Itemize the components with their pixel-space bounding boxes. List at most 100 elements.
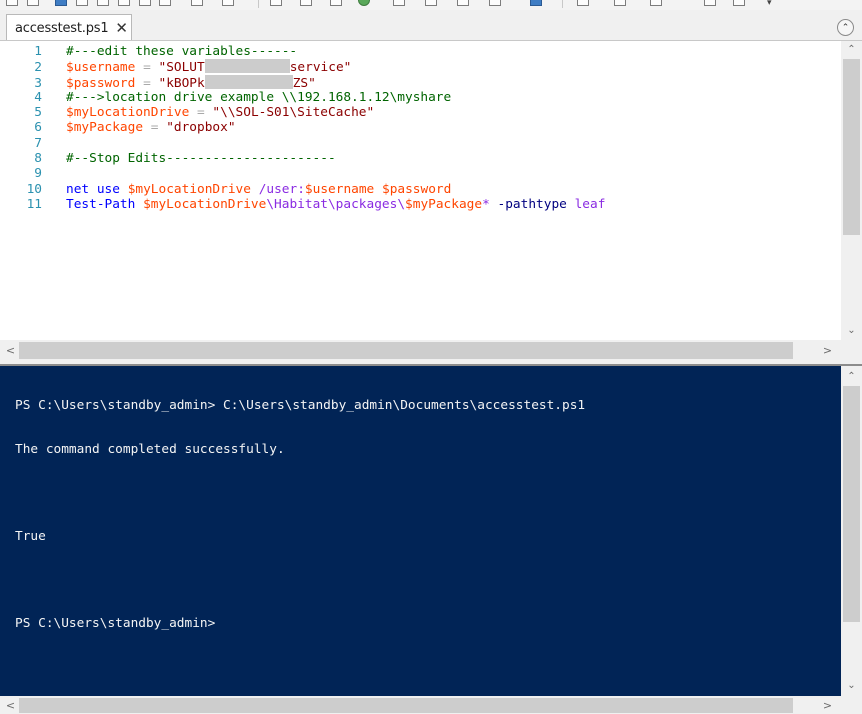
scrollbar-thumb[interactable] bbox=[19, 698, 793, 713]
redacted-block bbox=[204, 74, 293, 89]
toolbar-separator bbox=[562, 0, 563, 8]
scrollbar-thumb[interactable] bbox=[843, 59, 860, 235]
scroll-up-icon[interactable]: ⌃ bbox=[841, 368, 862, 385]
code-line[interactable]: 11 Test-Path $myLocationDrive\Habitat\pac… bbox=[0, 197, 838, 212]
code-token: $myLocationDrive bbox=[127, 181, 251, 197]
console-vertical-scrollbar[interactable]: ⌃ ⌄ bbox=[841, 366, 862, 696]
code-area[interactable]: 1 #---edit these variables------ 2 $usernam… bbox=[0, 44, 838, 340]
code-token: $username bbox=[66, 60, 136, 76]
save-icon[interactable] bbox=[55, 0, 67, 6]
line-number: 9 bbox=[34, 166, 42, 182]
toolbar-separator bbox=[258, 0, 259, 8]
find-icon[interactable] bbox=[300, 0, 312, 6]
scroll-right-icon[interactable]: > bbox=[819, 340, 836, 361]
code-token: $myLocationDrive bbox=[66, 105, 190, 121]
close-icon[interactable]: ✕ bbox=[115, 20, 128, 36]
code-token: $myPackage bbox=[66, 120, 144, 136]
toolbar-dropdown-icon[interactable]: ▾ bbox=[767, 0, 772, 8]
tab-accesstest[interactable]: accesstest.ps1 ✕ bbox=[6, 14, 132, 41]
code-line[interactable]: 3 $password = "kBOPk ZS" bbox=[0, 74, 838, 91]
code-token: #--Stop Edits---------------------- bbox=[66, 151, 336, 167]
show-script-top-icon[interactable] bbox=[577, 0, 589, 6]
code-line[interactable]: 4 #--->location drive example \\192.168.1… bbox=[0, 90, 838, 105]
delete-icon[interactable] bbox=[191, 0, 203, 6]
code-line[interactable]: 5 $myLocationDrive = "\\SOL-S01\SiteCache… bbox=[0, 105, 838, 120]
clipboard-icon[interactable] bbox=[159, 0, 171, 6]
scrollbar-thumb[interactable] bbox=[843, 386, 860, 622]
code-line[interactable]: 10 net use $myLocationDrive /user:$userna… bbox=[0, 182, 838, 197]
clear-icon[interactable] bbox=[139, 0, 151, 6]
code-line[interactable]: 1 #---edit these variables------ bbox=[0, 44, 838, 59]
code-token: /user: bbox=[258, 181, 305, 197]
code-token: $username bbox=[304, 181, 375, 197]
editor-vertical-scrollbar[interactable]: ⌃ ⌄ bbox=[841, 41, 862, 341]
show-script-right-icon[interactable] bbox=[614, 0, 626, 6]
scroll-down-icon[interactable]: ⌄ bbox=[841, 677, 862, 694]
line-number: 10 bbox=[26, 181, 42, 197]
tab-label: accesstest.ps1 bbox=[15, 20, 109, 36]
debug-icon[interactable] bbox=[457, 0, 469, 6]
code-token: "\\SOL-S01\SiteCache" bbox=[204, 105, 375, 121]
code-line[interactable]: 2 $username = "SOLUT service" bbox=[0, 59, 838, 76]
open-file-icon[interactable] bbox=[27, 0, 39, 6]
scroll-down-icon[interactable]: ⌄ bbox=[841, 322, 862, 339]
redo-icon[interactable] bbox=[270, 0, 282, 6]
copy-icon[interactable] bbox=[97, 0, 109, 6]
line-number: 1 bbox=[34, 44, 42, 59]
stop-icon[interactable] bbox=[425, 0, 437, 6]
commands-icon[interactable] bbox=[704, 0, 716, 6]
line-number: 11 bbox=[26, 196, 42, 212]
line-number: 3 bbox=[34, 75, 42, 91]
undo-icon[interactable] bbox=[222, 0, 234, 6]
script-tab-bar: accesstest.ps1 ✕ ⌃ bbox=[0, 10, 862, 41]
run-selection-icon[interactable] bbox=[393, 0, 405, 6]
code-token: = bbox=[143, 75, 151, 91]
scroll-right-icon[interactable]: > bbox=[819, 696, 836, 714]
show-script-maximized-icon[interactable] bbox=[650, 0, 662, 6]
line-number: 4 bbox=[34, 89, 42, 105]
cut-icon[interactable] bbox=[76, 0, 88, 6]
code-token: $myLocationDrive bbox=[143, 196, 267, 212]
editor-horizontal-scrollbar[interactable]: < > bbox=[0, 340, 862, 361]
code-line[interactable]: 6 $myPackage = "dropbox" bbox=[0, 120, 838, 135]
console-icon[interactable] bbox=[530, 0, 542, 6]
console-pane[interactable]: PS C:\Users\standby_admin> C:\Users\stan… bbox=[0, 364, 862, 696]
code-line[interactable]: 7 bbox=[0, 136, 838, 151]
line-number: 6 bbox=[34, 120, 42, 136]
scroll-left-icon[interactable]: < bbox=[2, 340, 19, 361]
code-token: $password bbox=[381, 181, 452, 197]
run-icon[interactable] bbox=[358, 0, 370, 6]
code-line[interactable]: 9 bbox=[0, 166, 838, 181]
line-number: 5 bbox=[34, 105, 42, 121]
scroll-left-icon[interactable]: < bbox=[2, 696, 19, 714]
console-horizontal-scrollbar[interactable]: < > bbox=[0, 696, 862, 714]
code-token: $password bbox=[66, 75, 136, 91]
code-token: = bbox=[143, 60, 151, 76]
line-number: 2 bbox=[34, 60, 42, 76]
remote-icon[interactable] bbox=[489, 0, 501, 6]
console-output[interactable]: PS C:\Users\standby_admin> C:\Users\stan… bbox=[15, 370, 830, 660]
code-token: -pathtype bbox=[497, 196, 567, 212]
code-token: "SOLUT bbox=[150, 60, 205, 76]
code-token: $myPackage bbox=[405, 196, 483, 212]
paste-icon[interactable] bbox=[118, 0, 130, 6]
new-file-icon[interactable] bbox=[6, 0, 18, 6]
console-line: PS C:\Users\standby_admin> C:\Users\stan… bbox=[15, 398, 586, 413]
code-line[interactable]: 8 #--Stop Edits---------------------- bbox=[0, 151, 838, 166]
collapse-script-pane-icon[interactable]: ⌃ bbox=[837, 19, 854, 36]
code-token: "dropbox" bbox=[158, 120, 236, 136]
scrollbar-thumb[interactable] bbox=[19, 342, 793, 359]
replace-icon[interactable] bbox=[330, 0, 342, 6]
scroll-up-icon[interactable]: ⌃ bbox=[841, 41, 862, 58]
script-editor[interactable]: 1 #---edit these variables------ 2 $usernam… bbox=[0, 40, 862, 341]
snippets-icon[interactable] bbox=[733, 0, 745, 6]
console-line: The command completed successfully. bbox=[15, 441, 285, 457]
